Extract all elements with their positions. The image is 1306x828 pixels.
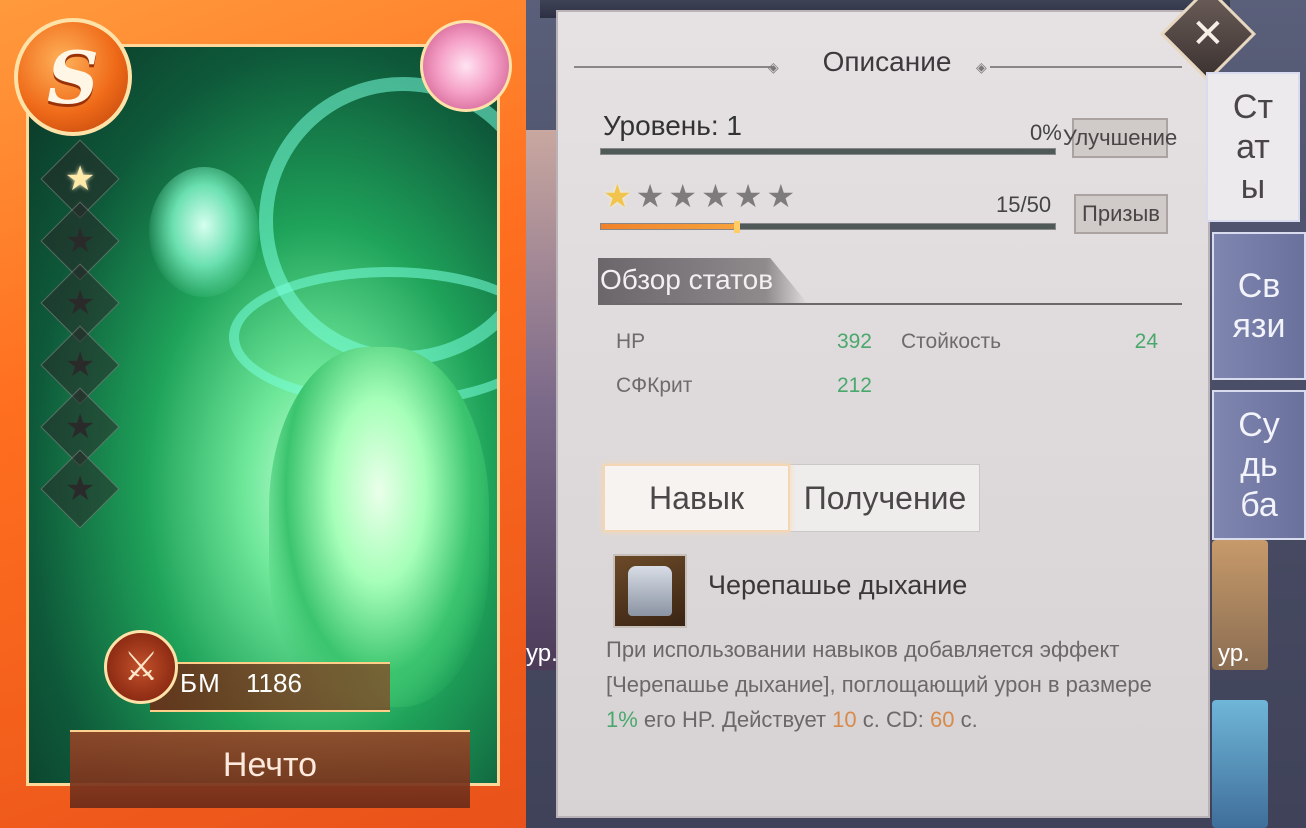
side-tab-label: ба	[1240, 486, 1278, 524]
stat-value-crit: 212	[836, 374, 872, 397]
crossed-swords-icon: ⚔	[104, 630, 178, 704]
armor-icon	[628, 566, 672, 616]
skill-slot[interactable]	[613, 554, 687, 628]
side-tab-stats[interactable]: Ст ат ы	[1206, 72, 1300, 222]
star-icon: ★	[668, 177, 702, 215]
dragon-head-large	[269, 347, 489, 707]
skill-desc-cooldown: 60	[929, 707, 955, 732]
side-tab-label: дь	[1240, 446, 1278, 484]
level-percent: 0%	[1030, 120, 1062, 145]
tab-skill[interactable]: Навык	[603, 464, 790, 532]
upgrade-button[interactable]: Улучшение	[1063, 118, 1177, 158]
hero-name: Нечто	[222, 746, 318, 784]
side-tab-label: Ст	[1232, 88, 1274, 126]
side-tab-label: язи	[1232, 307, 1286, 345]
fragment-progress-bar	[600, 221, 1056, 233]
tab-acquire[interactable]: Получение	[790, 464, 980, 532]
side-tab-label: ы	[1240, 168, 1266, 206]
level-progress-bar	[600, 148, 1056, 155]
stat-name-crit: СФКрит	[616, 374, 693, 397]
side-tab-links[interactable]: Св язи	[1212, 232, 1306, 380]
level-label: Уровень: 1	[603, 110, 742, 141]
background-level-label-right: ур.	[1218, 640, 1250, 667]
hero-star-column: ★ ★ ★ ★ ★ ★	[40, 139, 120, 529]
star-icon: ★	[766, 177, 800, 215]
fragment-progress-fill	[601, 224, 738, 229]
stats-section-rule	[598, 303, 1182, 305]
side-tab-label: Су	[1238, 406, 1280, 444]
rank-letter: S	[47, 34, 99, 120]
panel-title: Описание	[822, 46, 952, 77]
skill-desc-text: При использовании навыков добавляется эф…	[606, 637, 1152, 697]
star-icon: ★	[635, 177, 669, 215]
star-icon: ★	[701, 177, 734, 215]
summon-button[interactable]: Призыв	[1074, 194, 1168, 234]
side-tab-label: ат	[1236, 128, 1270, 166]
background-level-label-left: ур.	[526, 640, 558, 667]
power-value: 1186	[246, 668, 302, 698]
background-card-peek-bottom	[1212, 700, 1268, 828]
skill-desc-text: его HP. Действует	[637, 707, 833, 732]
skill-desc-percent: 1%	[606, 707, 638, 732]
sun-ornament-icon	[420, 20, 512, 112]
skill-name: Черепашье дыхание	[708, 570, 968, 600]
stat-value-toughness: 24	[1134, 330, 1158, 353]
side-tab-fate[interactable]: Су дь ба	[1212, 390, 1306, 540]
skill-desc-text: с.	[954, 707, 978, 732]
skill-description: При использовании навыков добавляется эф…	[606, 632, 1186, 737]
power-label: БМ	[180, 668, 221, 698]
stats-section-title: Обзор статов	[600, 264, 774, 295]
stat-name-hp: HP	[616, 330, 646, 353]
hero-card: S ★ ★ ★ ★ ★ ★ ⚔ БМ 1186 Нечто	[0, 0, 526, 828]
side-tab-label: Св	[1237, 267, 1281, 305]
star-icon: ★	[733, 177, 767, 215]
star-rating: ★★★★★★	[603, 180, 799, 212]
star-icon: ★	[40, 449, 120, 529]
skill-desc-duration: 10	[832, 707, 857, 732]
stat-value-hp: 392	[836, 330, 872, 353]
rank-badge: S	[14, 18, 132, 136]
skill-desc-text: с. CD:	[856, 707, 930, 732]
stat-name-toughness: Стойкость	[901, 330, 1002, 353]
fragment-progress-marker	[734, 221, 741, 233]
star-icon: ★	[603, 177, 636, 215]
fragment-count: 15/50	[996, 192, 1052, 217]
dragon-head-small	[149, 167, 259, 297]
